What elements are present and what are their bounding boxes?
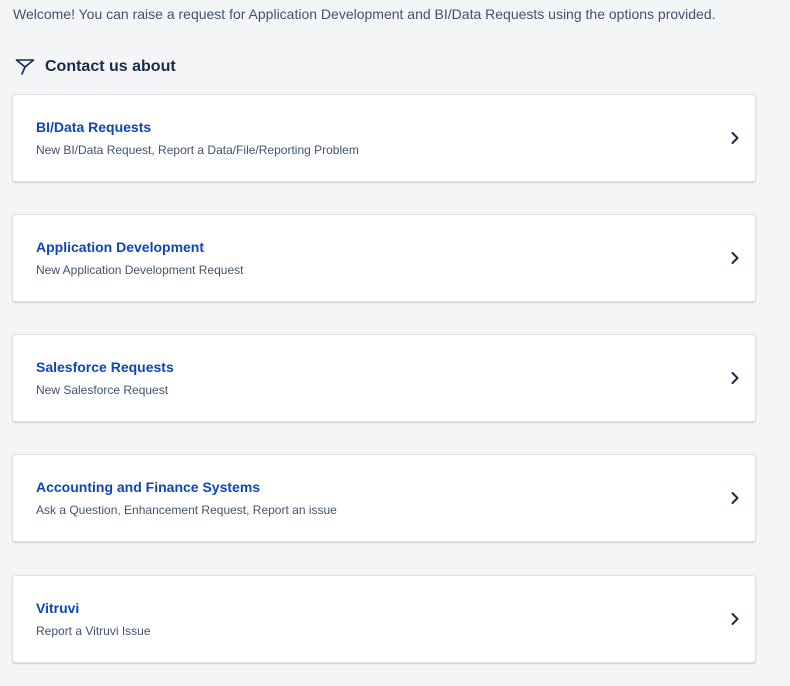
card-description: Report a Vitruvi Issue (36, 624, 151, 638)
request-card-salesforce[interactable]: Salesforce Requests New Salesforce Reque… (12, 334, 756, 422)
send-icon (13, 56, 37, 78)
chevron-right-icon[interactable] (727, 370, 743, 386)
welcome-message: Welcome! You can raise a request for App… (13, 6, 716, 22)
card-title[interactable]: Salesforce Requests (36, 359, 174, 375)
request-card-bi-data[interactable]: BI/Data Requests New BI/Data Request, Re… (12, 94, 756, 182)
request-card-vitruvi[interactable]: Vitruvi Report a Vitruvi Issue (12, 575, 756, 663)
card-description: Ask a Question, Enhancement Request, Rep… (36, 503, 337, 517)
card-description: New Application Development Request (36, 263, 244, 277)
section-header: Contact us about (13, 56, 176, 78)
chevron-right-icon[interactable] (727, 130, 743, 146)
card-title[interactable]: Accounting and Finance Systems (36, 479, 260, 495)
card-description: New BI/Data Request, Report a Data/File/… (36, 143, 359, 157)
chevron-right-icon[interactable] (727, 250, 743, 266)
card-title[interactable]: BI/Data Requests (36, 119, 151, 135)
section-title: Contact us about (45, 58, 176, 75)
card-description: New Salesforce Request (36, 383, 169, 397)
card-title[interactable]: Application Development (36, 239, 204, 255)
request-card-application-development[interactable]: Application Development New Application … (12, 214, 756, 302)
chevron-right-icon[interactable] (727, 611, 743, 627)
chevron-right-icon[interactable] (727, 490, 743, 506)
card-title[interactable]: Vitruvi (36, 600, 79, 616)
request-card-accounting-finance[interactable]: Accounting and Finance Systems Ask a Que… (12, 454, 756, 542)
